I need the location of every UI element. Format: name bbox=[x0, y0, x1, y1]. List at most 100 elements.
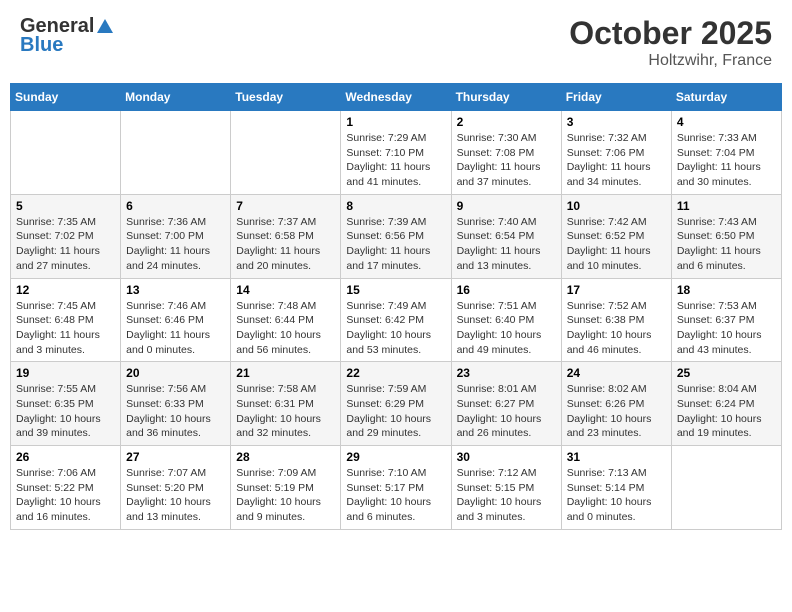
day-info: Sunrise: 7:35 AMSunset: 7:02 PMDaylight:… bbox=[16, 215, 115, 274]
location: Holtzwihr, France bbox=[569, 52, 772, 70]
day-number: 8 bbox=[346, 199, 445, 213]
day-number: 11 bbox=[677, 199, 776, 213]
day-number: 6 bbox=[126, 199, 225, 213]
calendar-cell: 11 Sunrise: 7:43 AMSunset: 6:50 PMDayligh… bbox=[671, 194, 781, 278]
calendar-week-row: 12Sunrise: 7:45 AMSunset: 6:48 PMDayligh… bbox=[11, 278, 782, 362]
day-number: 7 bbox=[236, 199, 335, 213]
logo: General Blue bbox=[20, 15, 116, 57]
day-info: Sunrise: 7:53 AMSunset: 6:37 PMDaylight:… bbox=[677, 299, 776, 358]
day-info: Sunrise: 7:10 AMSunset: 5:17 PMDaylight:… bbox=[346, 466, 445, 525]
calendar-week-row: 5 Sunrise: 7:35 AMSunset: 7:02 PMDaylight… bbox=[11, 194, 782, 278]
calendar-cell bbox=[121, 111, 231, 195]
day-info: Sunrise: 7:29 AMSunset: 7:10 PMDaylight:… bbox=[346, 131, 445, 190]
day-info: Sunrise: 7:12 AMSunset: 5:15 PMDaylight:… bbox=[457, 466, 556, 525]
calendar-cell bbox=[231, 111, 341, 195]
calendar-cell: 3Sunrise: 7:32 AMSunset: 7:06 PMDaylight… bbox=[561, 111, 671, 195]
calendar-cell: 18 Sunrise: 7:53 AMSunset: 6:37 PMDayligh… bbox=[671, 278, 781, 362]
day-info: Sunrise: 7:06 AMSunset: 5:22 PMDaylight:… bbox=[16, 466, 115, 525]
calendar-cell: 9 Sunrise: 7:40 AMSunset: 6:54 PMDaylight… bbox=[451, 194, 561, 278]
day-number: 20 bbox=[126, 366, 225, 380]
day-number: 5 bbox=[16, 199, 115, 213]
day-info: Sunrise: 7:46 AMSunset: 6:46 PMDaylight:… bbox=[126, 299, 225, 358]
weekday-header: Wednesday bbox=[341, 84, 451, 111]
calendar-cell bbox=[11, 111, 121, 195]
month-title: October 2025 bbox=[569, 15, 772, 52]
day-info: Sunrise: 7:51 AMSunset: 6:40 PMDaylight:… bbox=[457, 299, 556, 358]
calendar-cell: 24 Sunrise: 8:02 AMSunset: 6:26 PMDayligh… bbox=[561, 362, 671, 446]
day-number: 30 bbox=[457, 450, 556, 464]
day-number: 19 bbox=[16, 366, 115, 380]
day-info: Sunrise: 7:43 AMSunset: 6:50 PMDaylight:… bbox=[677, 215, 776, 274]
day-info: Sunrise: 7:13 AMSunset: 5:14 PMDaylight:… bbox=[567, 466, 666, 525]
day-number: 1 bbox=[346, 115, 445, 129]
page-header: General Blue October 2025 Holtzwihr, Fra… bbox=[10, 10, 782, 75]
calendar-cell: 13Sunrise: 7:46 AMSunset: 6:46 PMDayligh… bbox=[121, 278, 231, 362]
calendar-cell: 4 Sunrise: 7:33 AMSunset: 7:04 PMDaylight… bbox=[671, 111, 781, 195]
calendar-cell: 15 Sunrise: 7:49 AMSunset: 6:42 PMDayligh… bbox=[341, 278, 451, 362]
calendar-cell: 22Sunrise: 7:59 AMSunset: 6:29 PMDayligh… bbox=[341, 362, 451, 446]
calendar-cell: 12Sunrise: 7:45 AMSunset: 6:48 PMDayligh… bbox=[11, 278, 121, 362]
calendar-cell: 27 Sunrise: 7:07 AMSunset: 5:20 PMDayligh… bbox=[121, 446, 231, 530]
day-number: 18 bbox=[677, 283, 776, 297]
day-info: Sunrise: 7:30 AMSunset: 7:08 PMDaylight:… bbox=[457, 131, 556, 190]
day-number: 12 bbox=[16, 283, 115, 297]
day-info: Sunrise: 8:02 AMSunset: 6:26 PMDaylight:… bbox=[567, 382, 666, 441]
calendar-cell: 16 Sunrise: 7:51 AMSunset: 6:40 PMDayligh… bbox=[451, 278, 561, 362]
day-number: 24 bbox=[567, 366, 666, 380]
day-number: 21 bbox=[236, 366, 335, 380]
calendar-cell: 19Sunrise: 7:55 AMSunset: 6:35 PMDayligh… bbox=[11, 362, 121, 446]
day-info: Sunrise: 7:07 AMSunset: 5:20 PMDaylight:… bbox=[126, 466, 225, 525]
day-info: Sunrise: 7:09 AMSunset: 5:19 PMDaylight:… bbox=[236, 466, 335, 525]
day-number: 29 bbox=[346, 450, 445, 464]
day-info: Sunrise: 8:01 AMSunset: 6:27 PMDaylight:… bbox=[457, 382, 556, 441]
weekday-header-row: SundayMondayTuesdayWednesdayThursdayFrid… bbox=[11, 84, 782, 111]
day-info: Sunrise: 7:42 AMSunset: 6:52 PMDaylight:… bbox=[567, 215, 666, 274]
day-number: 4 bbox=[677, 115, 776, 129]
calendar-cell: 31 Sunrise: 7:13 AMSunset: 5:14 PMDayligh… bbox=[561, 446, 671, 530]
calendar-cell: 28Sunrise: 7:09 AMSunset: 5:19 PMDayligh… bbox=[231, 446, 341, 530]
calendar-week-row: 19Sunrise: 7:55 AMSunset: 6:35 PMDayligh… bbox=[11, 362, 782, 446]
day-info: Sunrise: 7:33 AMSunset: 7:04 PMDaylight:… bbox=[677, 131, 776, 190]
day-number: 25 bbox=[677, 366, 776, 380]
weekday-header: Friday bbox=[561, 84, 671, 111]
day-info: Sunrise: 7:36 AMSunset: 7:00 PMDaylight:… bbox=[126, 215, 225, 274]
day-number: 16 bbox=[457, 283, 556, 297]
calendar-cell: 5 Sunrise: 7:35 AMSunset: 7:02 PMDaylight… bbox=[11, 194, 121, 278]
calendar-cell: 29 Sunrise: 7:10 AMSunset: 5:17 PMDayligh… bbox=[341, 446, 451, 530]
calendar-cell: 6 Sunrise: 7:36 AMSunset: 7:00 PMDaylight… bbox=[121, 194, 231, 278]
day-info: Sunrise: 7:40 AMSunset: 6:54 PMDaylight:… bbox=[457, 215, 556, 274]
day-info: Sunrise: 8:04 AMSunset: 6:24 PMDaylight:… bbox=[677, 382, 776, 441]
calendar-cell bbox=[671, 446, 781, 530]
day-number: 17 bbox=[567, 283, 666, 297]
weekday-header: Thursday bbox=[451, 84, 561, 111]
calendar-cell: 25 Sunrise: 8:04 AMSunset: 6:24 PMDayligh… bbox=[671, 362, 781, 446]
calendar-table: SundayMondayTuesdayWednesdayThursdayFrid… bbox=[10, 83, 782, 530]
day-number: 14 bbox=[236, 283, 335, 297]
calendar-cell: 17Sunrise: 7:52 AMSunset: 6:38 PMDayligh… bbox=[561, 278, 671, 362]
weekday-header: Monday bbox=[121, 84, 231, 111]
calendar-cell: 7 Sunrise: 7:37 AMSunset: 6:58 PMDaylight… bbox=[231, 194, 341, 278]
day-info: Sunrise: 7:49 AMSunset: 6:42 PMDaylight:… bbox=[346, 299, 445, 358]
calendar-cell: 1 Sunrise: 7:29 AMSunset: 7:10 PMDaylight… bbox=[341, 111, 451, 195]
calendar-week-row: 26 Sunrise: 7:06 AMSunset: 5:22 PMDayligh… bbox=[11, 446, 782, 530]
day-number: 31 bbox=[567, 450, 666, 464]
day-info: Sunrise: 7:59 AMSunset: 6:29 PMDaylight:… bbox=[346, 382, 445, 441]
day-number: 26 bbox=[16, 450, 115, 464]
calendar-cell: 20Sunrise: 7:56 AMSunset: 6:33 PMDayligh… bbox=[121, 362, 231, 446]
day-info: Sunrise: 7:37 AMSunset: 6:58 PMDaylight:… bbox=[236, 215, 335, 274]
calendar-cell: 30 Sunrise: 7:12 AMSunset: 5:15 PMDayligh… bbox=[451, 446, 561, 530]
calendar-cell: 21Sunrise: 7:58 AMSunset: 6:31 PMDayligh… bbox=[231, 362, 341, 446]
weekday-header: Sunday bbox=[11, 84, 121, 111]
day-number: 2 bbox=[457, 115, 556, 129]
day-number: 15 bbox=[346, 283, 445, 297]
day-number: 27 bbox=[126, 450, 225, 464]
calendar-cell: 8Sunrise: 7:39 AMSunset: 6:56 PMDaylight… bbox=[341, 194, 451, 278]
calendar-cell: 23Sunrise: 8:01 AMSunset: 6:27 PMDayligh… bbox=[451, 362, 561, 446]
logo-blue-text: Blue bbox=[20, 34, 63, 57]
weekday-header: Tuesday bbox=[231, 84, 341, 111]
weekday-header: Saturday bbox=[671, 84, 781, 111]
day-number: 10 bbox=[567, 199, 666, 213]
calendar-week-row: 1 Sunrise: 7:29 AMSunset: 7:10 PMDaylight… bbox=[11, 111, 782, 195]
calendar-cell: 2 Sunrise: 7:30 AMSunset: 7:08 PMDaylight… bbox=[451, 111, 561, 195]
day-number: 9 bbox=[457, 199, 556, 213]
